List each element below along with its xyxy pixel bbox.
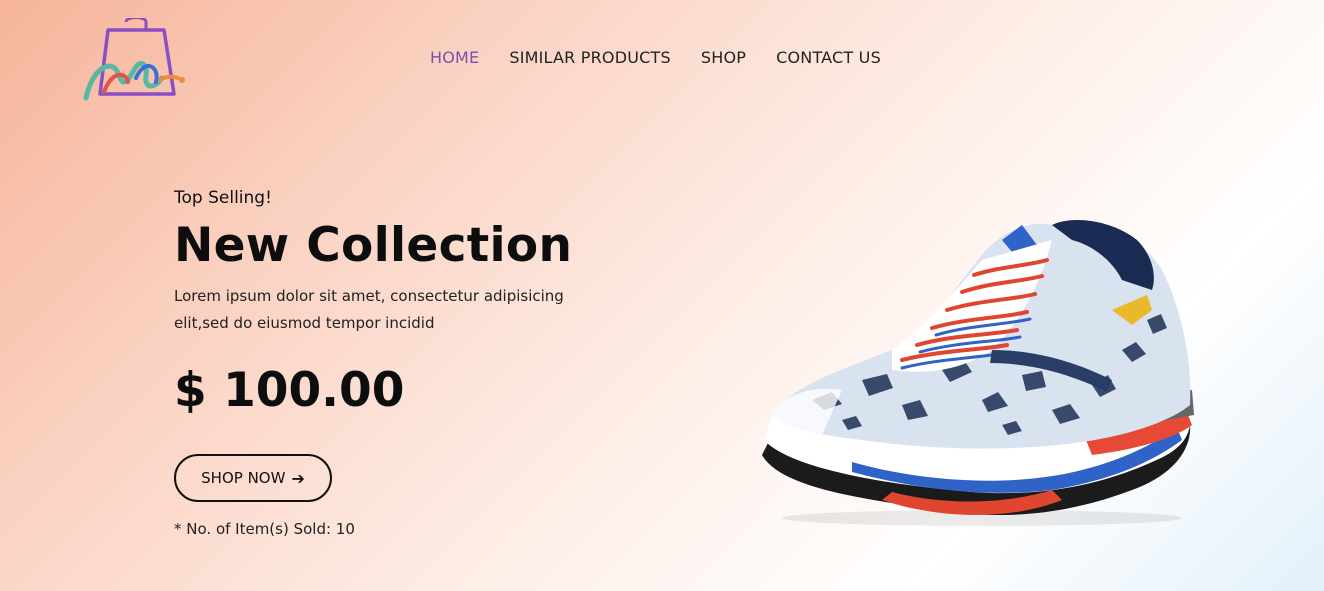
nav-similar-products[interactable]: SIMILAR PRODUCTS [509,48,671,67]
hero-price: $ 100.00 [174,363,405,418]
main-nav: HOME SIMILAR PRODUCTS SHOP CONTACT US [430,48,911,67]
hero-title: New Collection [174,218,573,273]
hero-description: Lorem ipsum dolor sit amet, consectetur … [174,287,564,332]
nav-home[interactable]: HOME [430,48,479,67]
shop-now-button[interactable]: SHOP NOW ➔ [174,454,332,502]
nav-shop[interactable]: SHOP [701,48,746,67]
product-shoe-image [752,200,1202,530]
shop-now-label: SHOP NOW [201,469,286,487]
hero-kicker: Top Selling! [174,188,272,208]
hero-section: Top Selling! New Collection Lorem ipsum … [174,188,634,538]
nav-contact-us[interactable]: CONTACT US [776,48,881,67]
items-sold-text: * No. of Item(s) Sold: 10 [174,520,355,538]
arrow-right-icon: ➔ [291,468,305,488]
brand-logo[interactable] [82,16,188,104]
